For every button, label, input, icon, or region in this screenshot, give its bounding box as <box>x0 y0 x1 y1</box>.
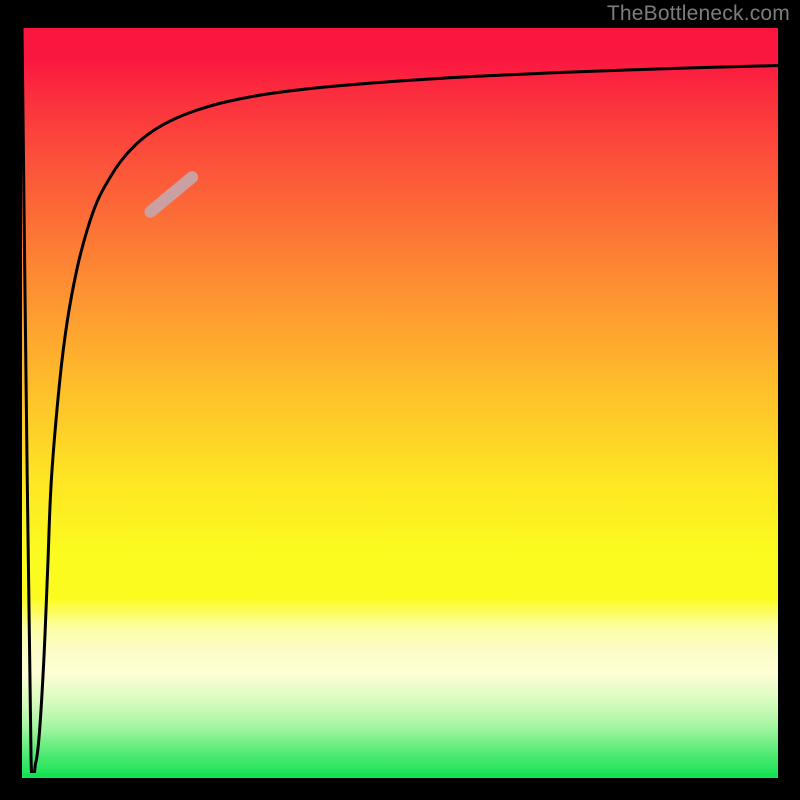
highlight-segment <box>151 177 193 212</box>
bottleneck-curve <box>22 28 778 778</box>
plot-area <box>22 28 778 778</box>
bottom-green-strip <box>22 773 778 778</box>
curve-svg <box>22 28 778 778</box>
chart-frame: TheBottleneck.com <box>0 0 800 800</box>
curve-layer <box>22 28 778 778</box>
credit-watermark: TheBottleneck.com <box>607 2 790 26</box>
